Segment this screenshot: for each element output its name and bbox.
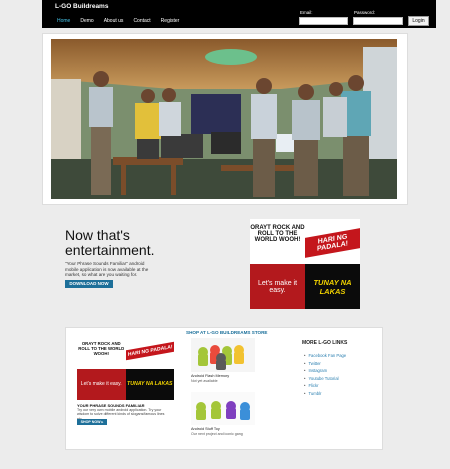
- product-name-stuff-toy[interactable]: Android Stuff Toy: [191, 427, 220, 431]
- product-stuff-toy-image[interactable]: [191, 392, 255, 425]
- top-bar: L-GO Buildreams Home Demo About us Conta…: [42, 0, 436, 28]
- link-tumblr[interactable]: Tumblr: [304, 390, 346, 398]
- banner-small-hari-panel: HARI NG PADALA!: [125, 337, 174, 369]
- email-label: Email:: [300, 10, 313, 15]
- banner-small-tunay-na-lakas: TUNAY NA LAKAS: [125, 368, 174, 400]
- shop-title: SHOP AT L-GO BUILDREAMS STORE: [186, 330, 268, 335]
- banner-slogan-rock: ORAYT ROCK AND ROLL TO THE WORLD WOOH!: [250, 219, 305, 264]
- product-status-stuff-toy: Our next project and iconic gang: [191, 432, 243, 436]
- promo-title: Now that's entertainment.: [65, 227, 155, 258]
- link-flickr[interactable]: Flickr: [304, 382, 346, 390]
- banner-small-slogan-rock: ORAYT ROCK AND ROLL TO THE WORLD WOOH!: [77, 337, 126, 369]
- password-label: Password:: [354, 10, 376, 15]
- shop-now-button[interactable]: SHOP NOW ▸: [77, 419, 107, 425]
- nav-register[interactable]: Register: [161, 18, 180, 24]
- banner-hari-panel: HARI NG PADALA!: [305, 219, 360, 264]
- banner-small-lets-make-it-easy: Let's make it easy.: [77, 368, 126, 400]
- brand-title[interactable]: L-GO Buildreams: [55, 3, 108, 10]
- login-button[interactable]: Login: [408, 16, 429, 26]
- product-status-flash-memory: Not yet available: [191, 379, 218, 383]
- link-instagram[interactable]: Instagram: [304, 367, 346, 375]
- more-links-title: MORE L-GO LINKS: [302, 340, 348, 346]
- more-links-list: Facebook Fan Page Twitter Instagram Yout…: [304, 352, 346, 398]
- product-name-flash-memory[interactable]: Android Flash Memory: [191, 374, 229, 378]
- password-field[interactable]: [353, 17, 403, 25]
- link-youtube[interactable]: Youtube Tutorial: [304, 375, 346, 383]
- app-banner[interactable]: ORAYT ROCK AND ROLL TO THE WORLD WOOH! H…: [250, 219, 360, 309]
- nav-demo[interactable]: Demo: [80, 18, 93, 24]
- main-nav: Home Demo About us Contact Register: [57, 18, 179, 24]
- banner-small-hari-ng-padala: HARI NG PADALA!: [125, 342, 174, 361]
- product-flash-memory-image[interactable]: [191, 338, 255, 372]
- promo-description: "Your Phrase Sounds Familiar" android mo…: [65, 261, 149, 277]
- banner-tunay-na-lakas: TUNAY NA LAKAS: [305, 264, 360, 309]
- banner-hari-ng-padala: HARI NG PADALA!: [305, 227, 360, 258]
- nav-contact[interactable]: Contact: [133, 18, 150, 24]
- link-twitter[interactable]: Twitter: [304, 360, 346, 368]
- download-now-button[interactable]: DOWNLOAD NOW: [65, 280, 113, 288]
- nav-about[interactable]: About us: [104, 18, 124, 24]
- nav-home[interactable]: Home: [57, 18, 70, 24]
- link-facebook[interactable]: Facebook Fan Page: [304, 352, 346, 360]
- banner-lets-make-it-easy: Let's make it easy.: [250, 264, 305, 309]
- app-banner-small[interactable]: ORAYT ROCK AND ROLL TO THE WORLD WOOH! H…: [77, 337, 174, 400]
- email-field[interactable]: [299, 17, 348, 25]
- hero-photo: [51, 39, 397, 199]
- hero-frame: [42, 33, 408, 205]
